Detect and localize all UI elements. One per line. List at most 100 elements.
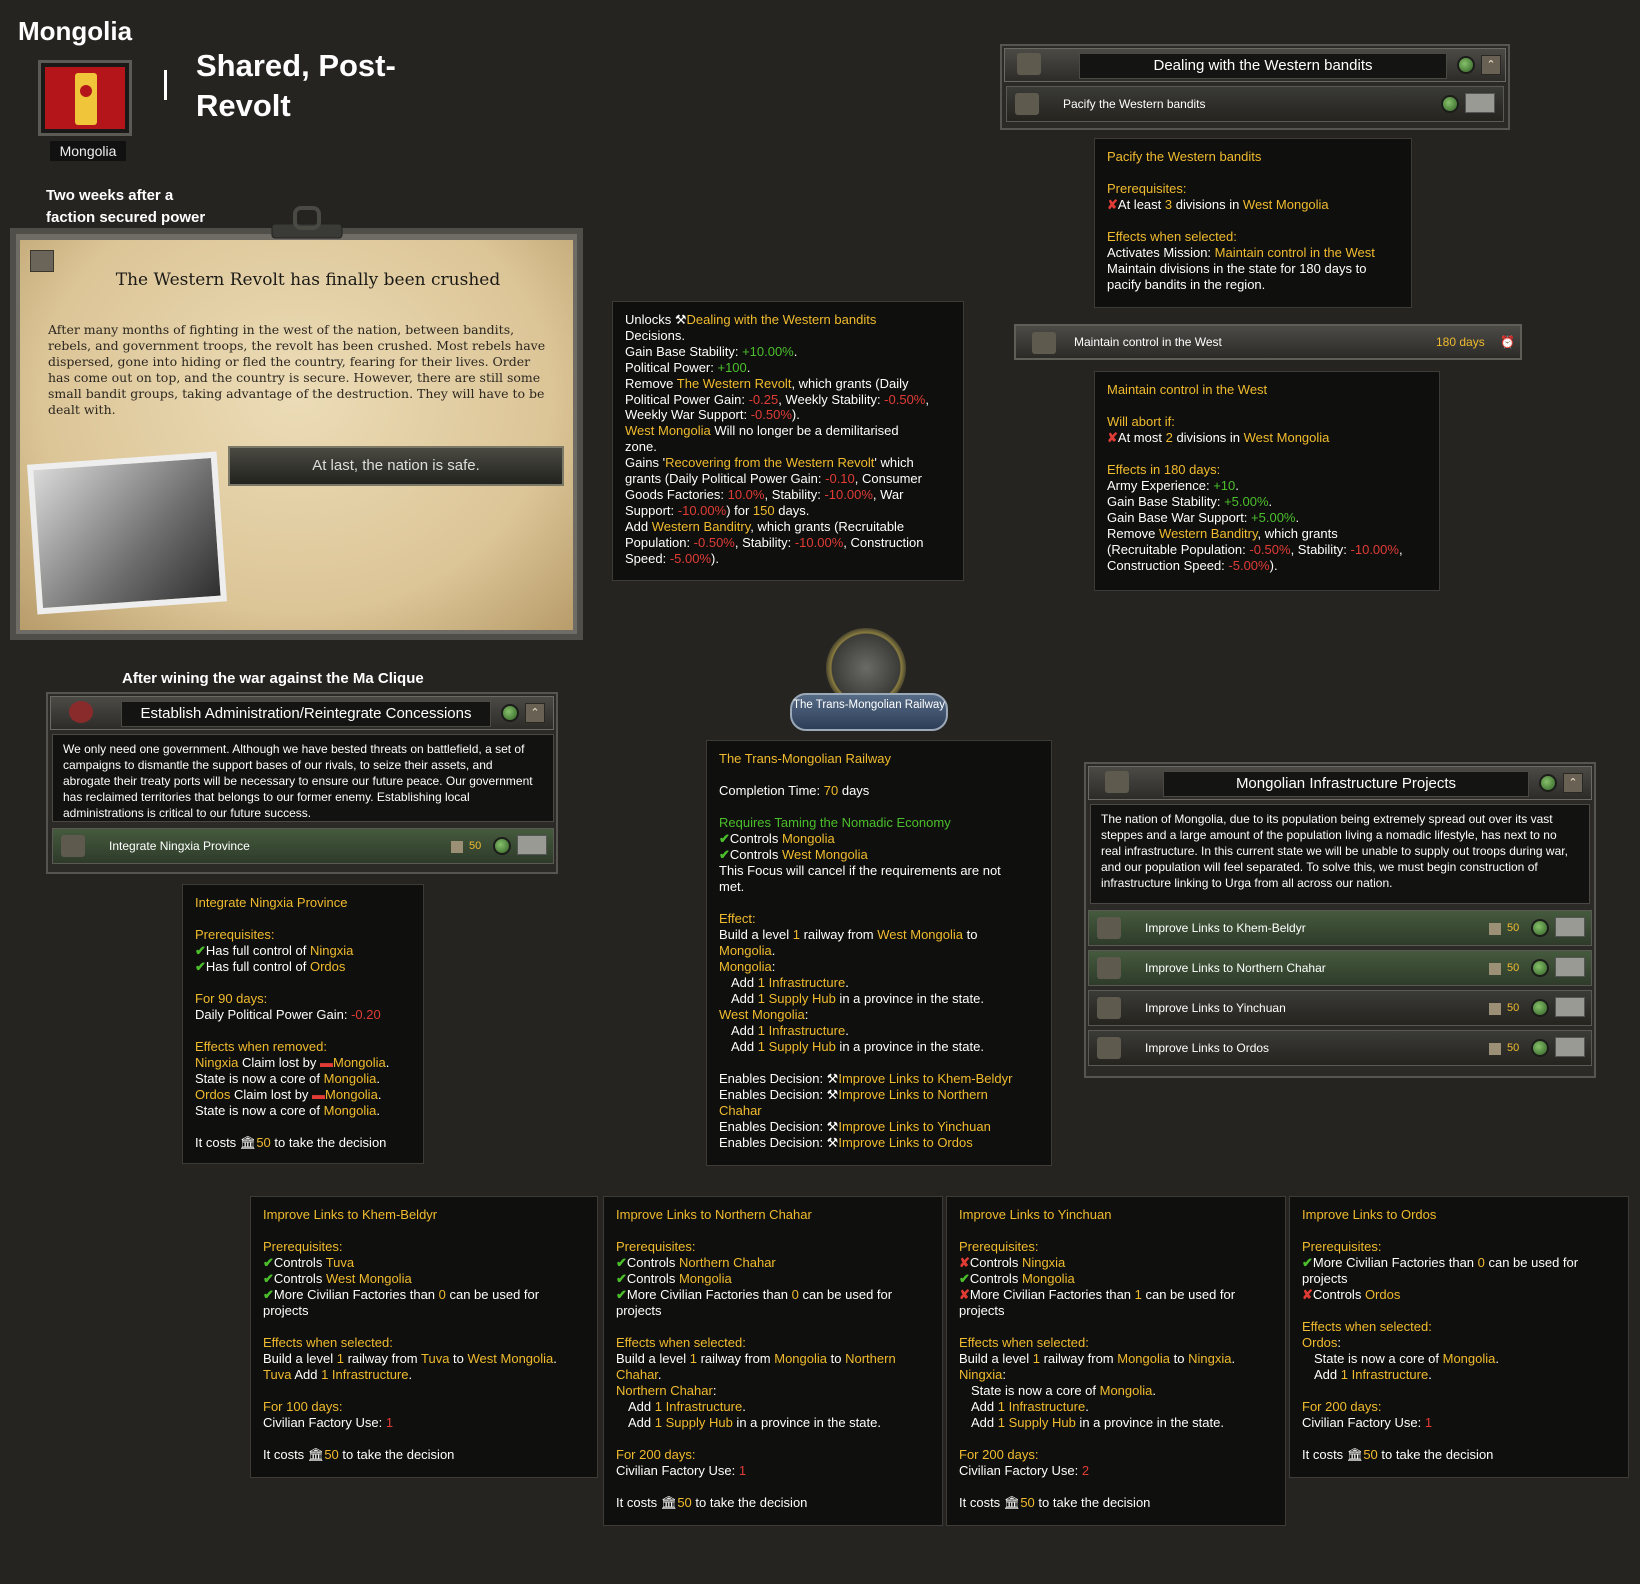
envelope-icon bbox=[1465, 93, 1495, 113]
status-indicator-icon bbox=[1539, 774, 1557, 792]
boot-icon bbox=[1015, 93, 1039, 115]
event-description: After many months of fighting in the wes… bbox=[48, 322, 546, 417]
status-indicator-icon bbox=[1441, 95, 1459, 113]
admin-panel-title: Establish Administration/Reintegrate Con… bbox=[121, 701, 491, 727]
admin-description: We only need one government. Although we… bbox=[52, 734, 554, 822]
collapse-button[interactable]: ⌃ bbox=[525, 703, 545, 723]
check-icon: ✔ bbox=[263, 1287, 274, 1302]
event-photo bbox=[26, 451, 228, 615]
soyombo-flag-icon bbox=[45, 67, 125, 129]
check-icon: ✔ bbox=[263, 1271, 274, 1286]
bandits-decision-panel: Dealing with the Western bandits ⌃ Pacif… bbox=[1000, 44, 1510, 130]
mission-label: Maintain control in the West bbox=[1074, 335, 1222, 349]
hammer-icon: ⚒ bbox=[826, 1087, 839, 1102]
cross-icon: ✘ bbox=[1107, 430, 1118, 445]
cross-icon: ✘ bbox=[959, 1255, 970, 1270]
decision-pacify-bandits[interactable]: Pacify the Western bandits bbox=[1006, 86, 1504, 122]
status-indicator-icon bbox=[493, 837, 511, 855]
yinchuan-tooltip: Improve Links to Yinchuan Prerequisites:… bbox=[946, 1196, 1286, 1526]
envelope-icon bbox=[1555, 917, 1585, 937]
event-window: The Western Revolt has finally been crus… bbox=[10, 228, 583, 640]
pacify-tooltip: Pacify the Western bandits Prerequisites… bbox=[1094, 138, 1412, 308]
status-indicator-icon bbox=[501, 704, 519, 722]
admin-panel-header: Establish Administration/Reintegrate Con… bbox=[50, 696, 554, 730]
header-separator bbox=[164, 70, 167, 100]
political-power-icon bbox=[1489, 1043, 1501, 1055]
khem-beldyr-tooltip: Improve Links to Khem-Beldyr Prerequisit… bbox=[250, 1196, 598, 1478]
check-icon: ✔ bbox=[1302, 1255, 1313, 1270]
path-title: Shared, Post-Revolt bbox=[196, 48, 396, 123]
status-indicator-icon bbox=[1531, 999, 1549, 1017]
decision-khem-beldyr[interactable]: Improve Links to Khem-Beldyr 50 bbox=[1088, 910, 1592, 946]
political-power-icon: 🏛 bbox=[660, 1495, 678, 1510]
check-icon: ✔ bbox=[616, 1255, 627, 1270]
cross-icon: ✘ bbox=[959, 1287, 970, 1302]
political-power-icon: 🏛 bbox=[307, 1447, 325, 1462]
fist-icon bbox=[1032, 332, 1056, 354]
decision-cost: 50 bbox=[1507, 922, 1520, 934]
decision-northern-chahar[interactable]: Improve Links to Northern Chahar 50 bbox=[1088, 950, 1592, 986]
admin-decision-panel: Establish Administration/Reintegrate Con… bbox=[46, 692, 558, 874]
country-name: Mongolia bbox=[18, 16, 133, 46]
political-power-icon: 🏛 bbox=[239, 1135, 257, 1150]
decision-label: Improve Links to Khem-Beldyr bbox=[1145, 921, 1306, 935]
check-icon: ✔ bbox=[719, 847, 730, 862]
decision-label: Improve Links to Ordos bbox=[1145, 1041, 1270, 1055]
political-power-icon bbox=[451, 841, 463, 853]
collapse-button[interactable]: ⌃ bbox=[1563, 773, 1583, 793]
event-effects-tooltip: Unlocks ⚒Dealing with the Western bandit… bbox=[612, 301, 964, 581]
flag-label: Mongolia bbox=[50, 141, 126, 161]
eagle-emblem-icon bbox=[69, 701, 93, 723]
decision-cost: 50 bbox=[1507, 1002, 1520, 1014]
decision-label: Integrate Ningxia Province bbox=[109, 839, 250, 853]
check-icon: ✔ bbox=[719, 831, 730, 846]
hammer-icon: ⚒ bbox=[826, 1119, 839, 1134]
political-power-icon: 🏛 bbox=[1003, 1495, 1021, 1510]
decision-label: Improve Links to Yinchuan bbox=[1145, 1001, 1286, 1015]
decision-cost: 50 bbox=[1507, 1042, 1520, 1054]
mission-bar[interactable]: Maintain control in the West 180 days ⏰ bbox=[1014, 324, 1522, 360]
status-indicator-icon bbox=[1457, 56, 1475, 74]
check-icon: ✔ bbox=[263, 1255, 274, 1270]
admin-caption: After wining the war against the Ma Cliq… bbox=[122, 670, 424, 687]
building-icon bbox=[1105, 771, 1129, 793]
focus-tooltip: The Trans-Mongolian Railway Completion T… bbox=[706, 740, 1052, 1166]
event-paper: The Western Revolt has finally been crus… bbox=[20, 240, 573, 630]
decision-integrate-ningxia[interactable]: Integrate Ningxia Province 50 bbox=[52, 828, 554, 864]
bandits-panel-header: Dealing with the Western bandits ⌃ bbox=[1004, 48, 1506, 82]
scroll-icon bbox=[1017, 53, 1041, 75]
country-flag[interactable] bbox=[38, 60, 132, 136]
envelope-icon bbox=[1555, 1037, 1585, 1057]
event-title: The Western Revolt has finally been crus… bbox=[115, 270, 501, 290]
flag-small-icon: ▬ bbox=[320, 1055, 333, 1070]
mission-days: 180 days bbox=[1436, 335, 1485, 349]
envelope-icon bbox=[1555, 997, 1585, 1017]
decision-label: Pacify the Western bandits bbox=[1063, 97, 1206, 111]
status-indicator-icon bbox=[1531, 919, 1549, 937]
decision-cost: 50 bbox=[469, 840, 482, 852]
check-icon: ✔ bbox=[195, 943, 206, 958]
maintain-tooltip: Maintain control in the West Will abort … bbox=[1094, 371, 1440, 591]
back-arrow-icon[interactable] bbox=[30, 250, 54, 272]
decision-yinchuan[interactable]: Improve Links to Yinchuan 50 bbox=[1088, 990, 1592, 1026]
hammer-icon: ⚒ bbox=[826, 1071, 839, 1086]
status-indicator-icon bbox=[1531, 959, 1549, 977]
political-power-icon bbox=[1489, 923, 1501, 935]
railway-icon bbox=[1097, 957, 1121, 979]
event-caption: Two weeks after a faction secured power bbox=[46, 187, 206, 226]
check-icon: ✔ bbox=[959, 1271, 970, 1286]
paper-clip-icon bbox=[271, 206, 343, 239]
focus-name[interactable]: The Trans-Mongolian Railway bbox=[790, 693, 948, 731]
envelope-icon bbox=[517, 835, 547, 855]
flag-small-icon: ▬ bbox=[312, 1087, 326, 1102]
cross-icon: ✘ bbox=[1107, 197, 1118, 212]
decision-ordos[interactable]: Improve Links to Ordos 50 bbox=[1088, 1030, 1592, 1066]
status-indicator-icon bbox=[1531, 1039, 1549, 1057]
collapse-button[interactable]: ⌃ bbox=[1481, 55, 1501, 75]
event-option-button[interactable]: At last, the nation is safe. bbox=[228, 446, 564, 486]
decision-label: Improve Links to Northern Chahar bbox=[1145, 961, 1326, 975]
handshake-icon bbox=[61, 835, 85, 857]
political-power-icon: 🏛 bbox=[1346, 1447, 1364, 1462]
railway-icon bbox=[1097, 917, 1121, 939]
infra-panel-header: Mongolian Infrastructure Projects ⌃ bbox=[1088, 766, 1592, 800]
